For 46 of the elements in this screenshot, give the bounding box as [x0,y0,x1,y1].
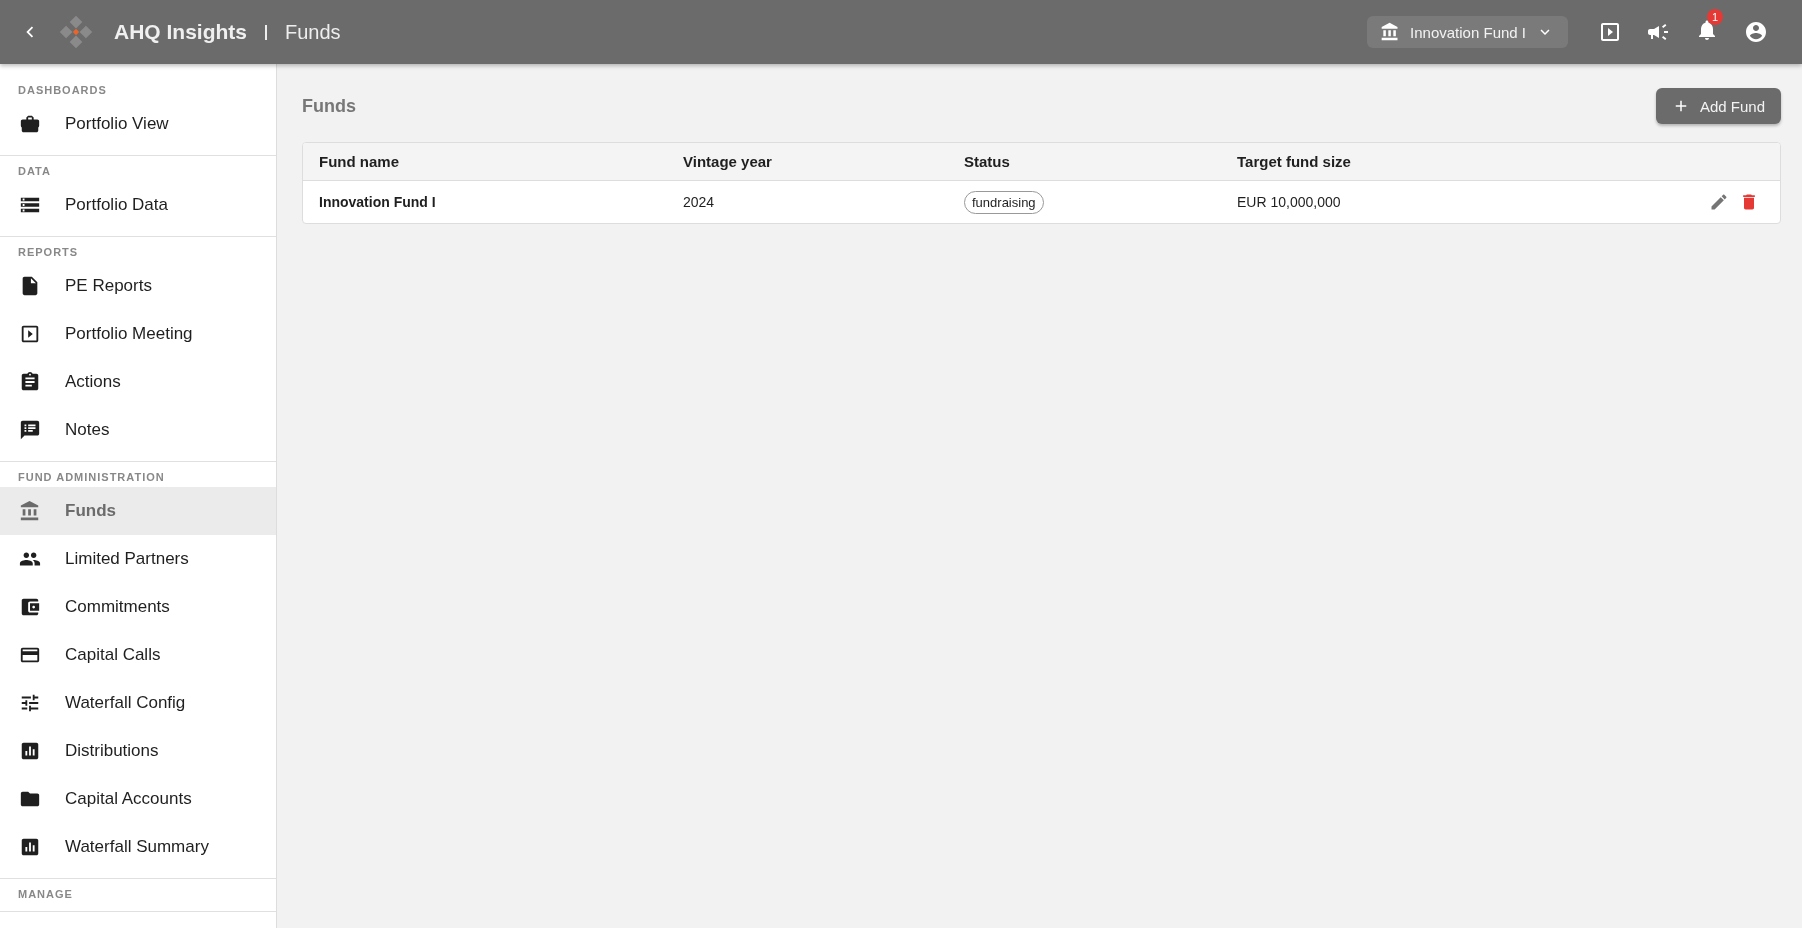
bank-icon [1380,22,1401,42]
table-cell-text: Innovation Fund I [319,194,437,210]
bar-chart-icon [19,740,41,762]
section-heading: FUND ADMINISTRATION [18,470,166,484]
sidebar-item[interactable]: Portfolio View [0,100,276,148]
notification-badge: 1 [1707,9,1723,25]
column-header: Status [964,153,1011,170]
slideshow-icon[interactable] [1598,20,1622,44]
sidebar-item[interactable]: Waterfall Config [0,679,276,727]
section-heading: MANAGE [18,887,74,901]
fund-selector[interactable]: Innovation Fund I [1367,16,1568,48]
bank-icon [19,500,41,522]
table-cell-text: 2024 [683,194,716,210]
sidebar-item[interactable]: Distributions [0,727,276,775]
table-cell-text: EUR 10,000,000 [1237,194,1342,210]
logo-icon [58,14,94,50]
app-title: AHQ Insights [114,20,247,44]
account-icon[interactable] [1744,20,1768,44]
wallet-icon [19,596,41,618]
slideshow-icon [19,323,41,345]
sidebar-item[interactable]: Portfolio Meeting [0,310,276,358]
sidebar-item[interactable]: Funds [0,487,276,535]
section-heading: REPORTS [18,245,80,259]
page-title: Funds [285,20,341,44]
sidebar-item[interactable]: Notes [0,406,276,454]
sidebar-item[interactable]: Capital Calls [0,631,276,679]
column-header: Vintage year [683,153,773,170]
sliders-icon [19,692,41,714]
clipboard-icon [19,371,41,393]
edit-icon[interactable] [1709,192,1729,212]
column-header: Target fund size [1237,153,1352,170]
sidebar-item[interactable]: PE Reports [0,262,276,310]
briefcase-icon [19,113,41,135]
sidebar-item[interactable]: Waterfall Summary [0,823,276,871]
section-heading: DASHBOARDS [18,83,108,97]
add-fund-button[interactable]: Add Fund [1655,88,1781,124]
section-heading: DATA [18,164,52,178]
column-header: Fund name [319,153,400,170]
page-heading: Funds [302,95,356,117]
sidebar-item[interactable]: Actions [0,358,276,406]
bar-chart-icon [19,836,41,858]
sidebar-item[interactable]: Limited Partners [0,535,276,583]
sidebar-item[interactable]: Portfolio Data [0,181,276,229]
sidebar-item[interactable]: Commitments [0,583,276,631]
notes-icon [19,419,41,441]
sidebar-item[interactable]: Capital Accounts [0,775,276,823]
